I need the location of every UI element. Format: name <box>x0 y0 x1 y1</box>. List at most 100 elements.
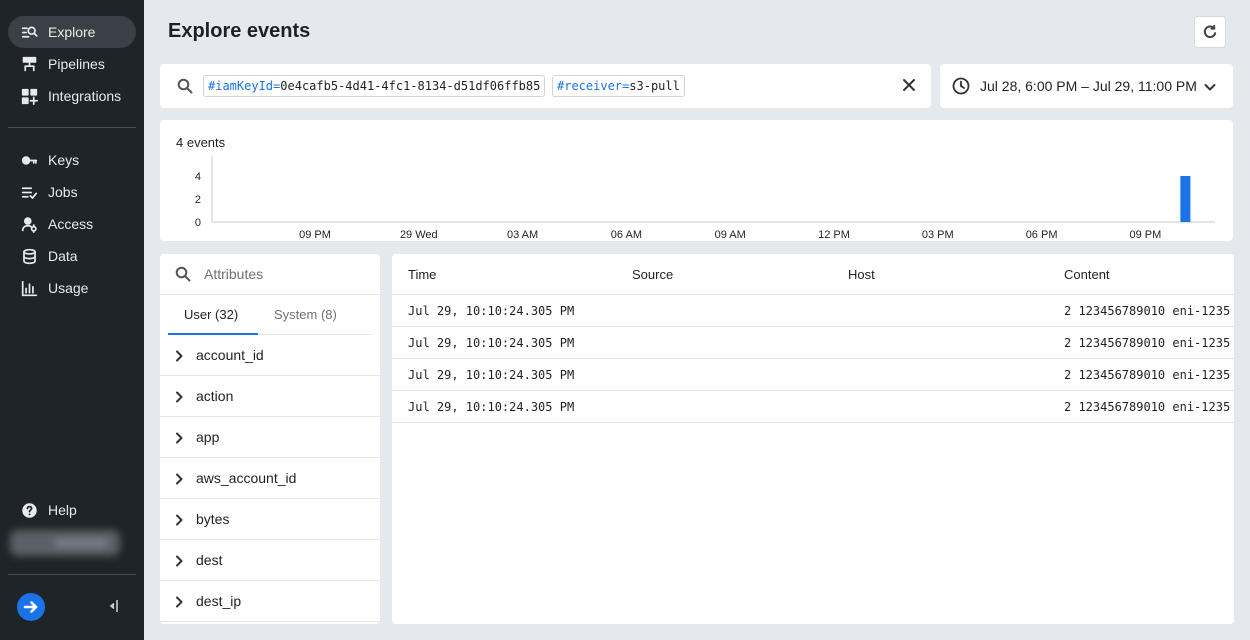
integrations-icon <box>20 87 38 105</box>
date-range-label: Jul 28, 6:00 PM – Jul 29, 11:00 PM <box>980 78 1197 94</box>
sidebar-divider <box>8 574 136 575</box>
x-tick-label: 06 PM <box>1026 229 1058 241</box>
user-profile[interactable] <box>10 530 120 556</box>
x-tick-label: 06 AM <box>611 229 642 241</box>
sidebar-item-label: Pipelines <box>48 56 105 72</box>
brand-logo-icon <box>17 593 45 621</box>
event-content: 2 123456789010 eni-1235 <box>1064 336 1231 350</box>
histogram-panel: 4 events 4 2 0 09 PM 29 Wed 03 AM 06 AM 09 AM 12… <box>160 120 1233 241</box>
sidebar-item-label: Integrations <box>48 88 122 104</box>
attribute-search-placeholder: Attributes <box>204 266 264 282</box>
collapse-sidebar-icon[interactable] <box>106 598 122 614</box>
attribute-item[interactable]: dest_ip <box>160 581 380 622</box>
row-divider <box>392 422 1234 423</box>
search-icon <box>175 266 191 282</box>
help-icon <box>20 501 38 519</box>
sidebar: Explore Pipelines Integrations Keys Jobs… <box>0 0 144 640</box>
attribute-item[interactable]: bytes <box>160 499 380 540</box>
chevron-down-icon <box>1203 80 1217 94</box>
attribute-item[interactable]: aws_account_id <box>160 458 380 499</box>
attribute-name: dest_ip <box>196 593 242 609</box>
query-bar[interactable]: #iamKeyId=0e4cafb5-4d41-4fc1-8134-d51df0… <box>160 64 931 108</box>
help-label: Help <box>48 502 77 518</box>
x-tick-label: 09 AM <box>715 229 746 241</box>
chevron-right-icon <box>174 390 184 403</box>
tab-system-attributes[interactable]: System (8) <box>274 307 337 335</box>
y-tick-label: 0 <box>195 217 201 229</box>
clock-icon <box>952 77 970 95</box>
attribute-item[interactable]: account_id <box>160 335 380 376</box>
search-icon <box>177 78 193 94</box>
event-time: Jul 29, 10:10:24.305 PM <box>408 304 575 318</box>
filter-chip-iamkeyid[interactable]: #iamKeyId=0e4cafb5-4d41-4fc1-8134-d51df0… <box>203 75 546 97</box>
column-header-source[interactable]: Source <box>632 267 673 282</box>
tab-user-attributes[interactable]: User (32) <box>184 307 238 335</box>
attribute-search-input[interactable]: Attributes <box>175 266 263 282</box>
pipelines-icon <box>20 55 38 73</box>
attribute-item[interactable]: app <box>160 417 380 458</box>
help-button[interactable]: Help <box>8 494 136 526</box>
sidebar-item-explore[interactable]: Explore <box>8 16 136 48</box>
table-row[interactable]: Jul 29, 10:10:24.305 PM 2 123456789010 en… <box>392 359 1234 391</box>
chevron-right-icon <box>174 349 184 362</box>
sidebar-item-label: Data <box>48 248 78 264</box>
attribute-name: account_id <box>196 347 264 363</box>
sidebar-item-integrations[interactable]: Integrations <box>8 80 136 112</box>
filter-value: 0e4cafb5-4d41-4fc1-8134-d51df06ffb85 <box>280 79 541 93</box>
sidebar-item-access[interactable]: Access <box>8 208 136 240</box>
explore-icon <box>20 23 38 41</box>
attribute-item[interactable]: action <box>160 376 380 417</box>
attribute-item[interactable]: dest <box>160 540 380 581</box>
sidebar-item-pipelines[interactable]: Pipelines <box>8 48 136 80</box>
sidebar-item-usage[interactable]: Usage <box>8 272 136 304</box>
chevron-right-icon <box>174 431 184 444</box>
event-content: 2 123456789010 eni-1235 <box>1064 400 1231 414</box>
y-tick-label: 2 <box>195 194 201 206</box>
sidebar-item-jobs[interactable]: Jobs <box>8 176 136 208</box>
clear-query-button[interactable] <box>902 78 918 94</box>
sidebar-item-label: Access <box>48 216 94 232</box>
filter-value: s3-pull <box>629 79 680 93</box>
x-tick-label: 09 PM <box>299 229 331 241</box>
x-tick-label: 03 AM <box>507 229 538 241</box>
sidebar-divider <box>8 127 136 128</box>
table-row[interactable]: Jul 29, 10:10:24.305 PM 2 123456789010 en… <box>392 295 1234 327</box>
filter-key: #iamKeyId <box>208 79 274 93</box>
divider <box>160 294 380 295</box>
table-row[interactable]: Jul 29, 10:10:24.305 PM 2 123456789010 en… <box>392 327 1234 359</box>
column-header-host[interactable]: Host <box>848 267 875 282</box>
event-time: Jul 29, 10:10:24.305 PM <box>408 336 575 350</box>
attribute-name: dest <box>196 552 223 568</box>
table-row[interactable]: Jul 29, 10:10:24.305 PM 2 123456789010 en… <box>392 391 1234 423</box>
event-time: Jul 29, 10:10:24.305 PM <box>408 400 575 414</box>
events-table: Time Source Host Content Jul 29, 10:10:2… <box>392 254 1234 624</box>
attribute-name: aws_account_id <box>196 470 297 486</box>
refresh-icon <box>1203 24 1217 39</box>
column-header-time[interactable]: Time <box>408 267 436 282</box>
filter-chip-receiver[interactable]: #receiver=s3-pull <box>552 75 685 97</box>
attribute-name: app <box>196 429 220 445</box>
event-content: 2 123456789010 eni-1235 <box>1064 368 1231 382</box>
x-tick-label: 29 Wed <box>400 229 438 241</box>
database-icon <box>20 247 38 265</box>
sidebar-item-label: Keys <box>48 152 80 168</box>
event-time: Jul 29, 10:10:24.305 PM <box>408 368 575 382</box>
chevron-right-icon <box>174 554 184 567</box>
event-histogram-chart[interactable]: 4 2 0 09 PM 29 Wed 03 AM 06 AM 09 AM 12 PM 03 PM 0… <box>160 120 1233 241</box>
column-header-content[interactable]: Content <box>1064 267 1110 282</box>
attribute-name: action <box>196 388 234 404</box>
date-range-picker[interactable]: Jul 28, 6:00 PM – Jul 29, 11:00 PM <box>940 64 1233 108</box>
attributes-panel: Attributes User (32) System (8) account_… <box>160 254 380 624</box>
key-icon <box>20 151 38 169</box>
page-title: Explore events <box>168 20 311 42</box>
refresh-button[interactable] <box>1194 16 1226 48</box>
attribute-name: bytes <box>196 511 230 527</box>
access-icon <box>20 215 38 233</box>
sidebar-item-label: Jobs <box>48 184 78 200</box>
x-tick-label: 09 PM <box>1130 229 1162 241</box>
y-tick-label: 4 <box>195 171 201 183</box>
chevron-right-icon <box>174 472 184 485</box>
sidebar-item-keys[interactable]: Keys <box>8 144 136 176</box>
filter-key: #receiver <box>557 79 623 93</box>
sidebar-item-data[interactable]: Data <box>8 240 136 272</box>
